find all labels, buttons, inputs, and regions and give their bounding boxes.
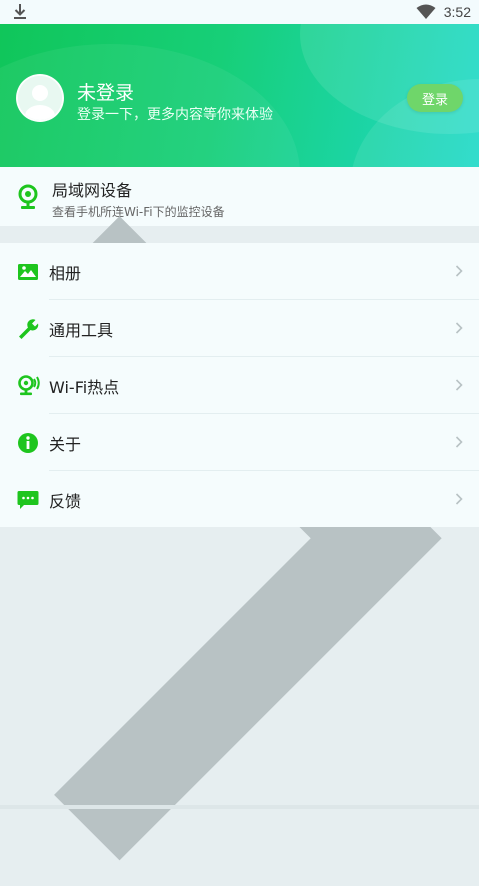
hotspot-icon (17, 374, 41, 398)
wrench-icon (17, 318, 39, 340)
menu-item-label: 通用工具 (49, 317, 113, 341)
menu-item-label: Wi-Fi热点 (49, 374, 119, 398)
menu-item-about[interactable]: 关于 (0, 414, 479, 471)
avatar-icon[interactable] (16, 74, 64, 122)
feedback-icon (17, 489, 39, 511)
chevron-right-icon (455, 493, 463, 505)
login-button[interactable]: 登录 (407, 84, 463, 112)
menu-list: 相册 通用工具 Wi-Fi热点 (0, 243, 479, 527)
chevron-right-icon (455, 322, 463, 334)
download-icon (12, 3, 28, 21)
profile-name[interactable]: 未登录 (77, 78, 134, 105)
wifi-icon (416, 4, 436, 20)
menu-item-tools[interactable]: 通用工具 (0, 300, 479, 357)
clock: 3:52 (444, 4, 471, 20)
bottom-edge (0, 805, 479, 809)
menu-item-hotspot[interactable]: Wi-Fi热点 (0, 357, 479, 414)
menu-item-label: 关于 (49, 431, 81, 455)
menu-item-label: 反馈 (49, 488, 81, 512)
info-icon (17, 432, 39, 454)
status-bar: 3:52 (0, 0, 479, 24)
image-icon (17, 261, 39, 283)
profile-header: 未登录 登录一下，更多内容等你来体验 登录 (0, 24, 479, 167)
profile-subtitle: 登录一下，更多内容等你来体验 (77, 104, 273, 124)
menu-item-album[interactable]: 相册 (0, 243, 479, 300)
chevron-right-icon (455, 379, 463, 391)
lan-devices-item[interactable]: 局域网设备 查看手机所连Wi-Fi下的监控设备 (0, 167, 479, 226)
chevron-right-icon (455, 265, 463, 277)
menu-item-feedback[interactable]: 反馈 (0, 471, 479, 527)
chevron-right-icon (455, 436, 463, 448)
menu-item-label: 相册 (49, 260, 81, 284)
